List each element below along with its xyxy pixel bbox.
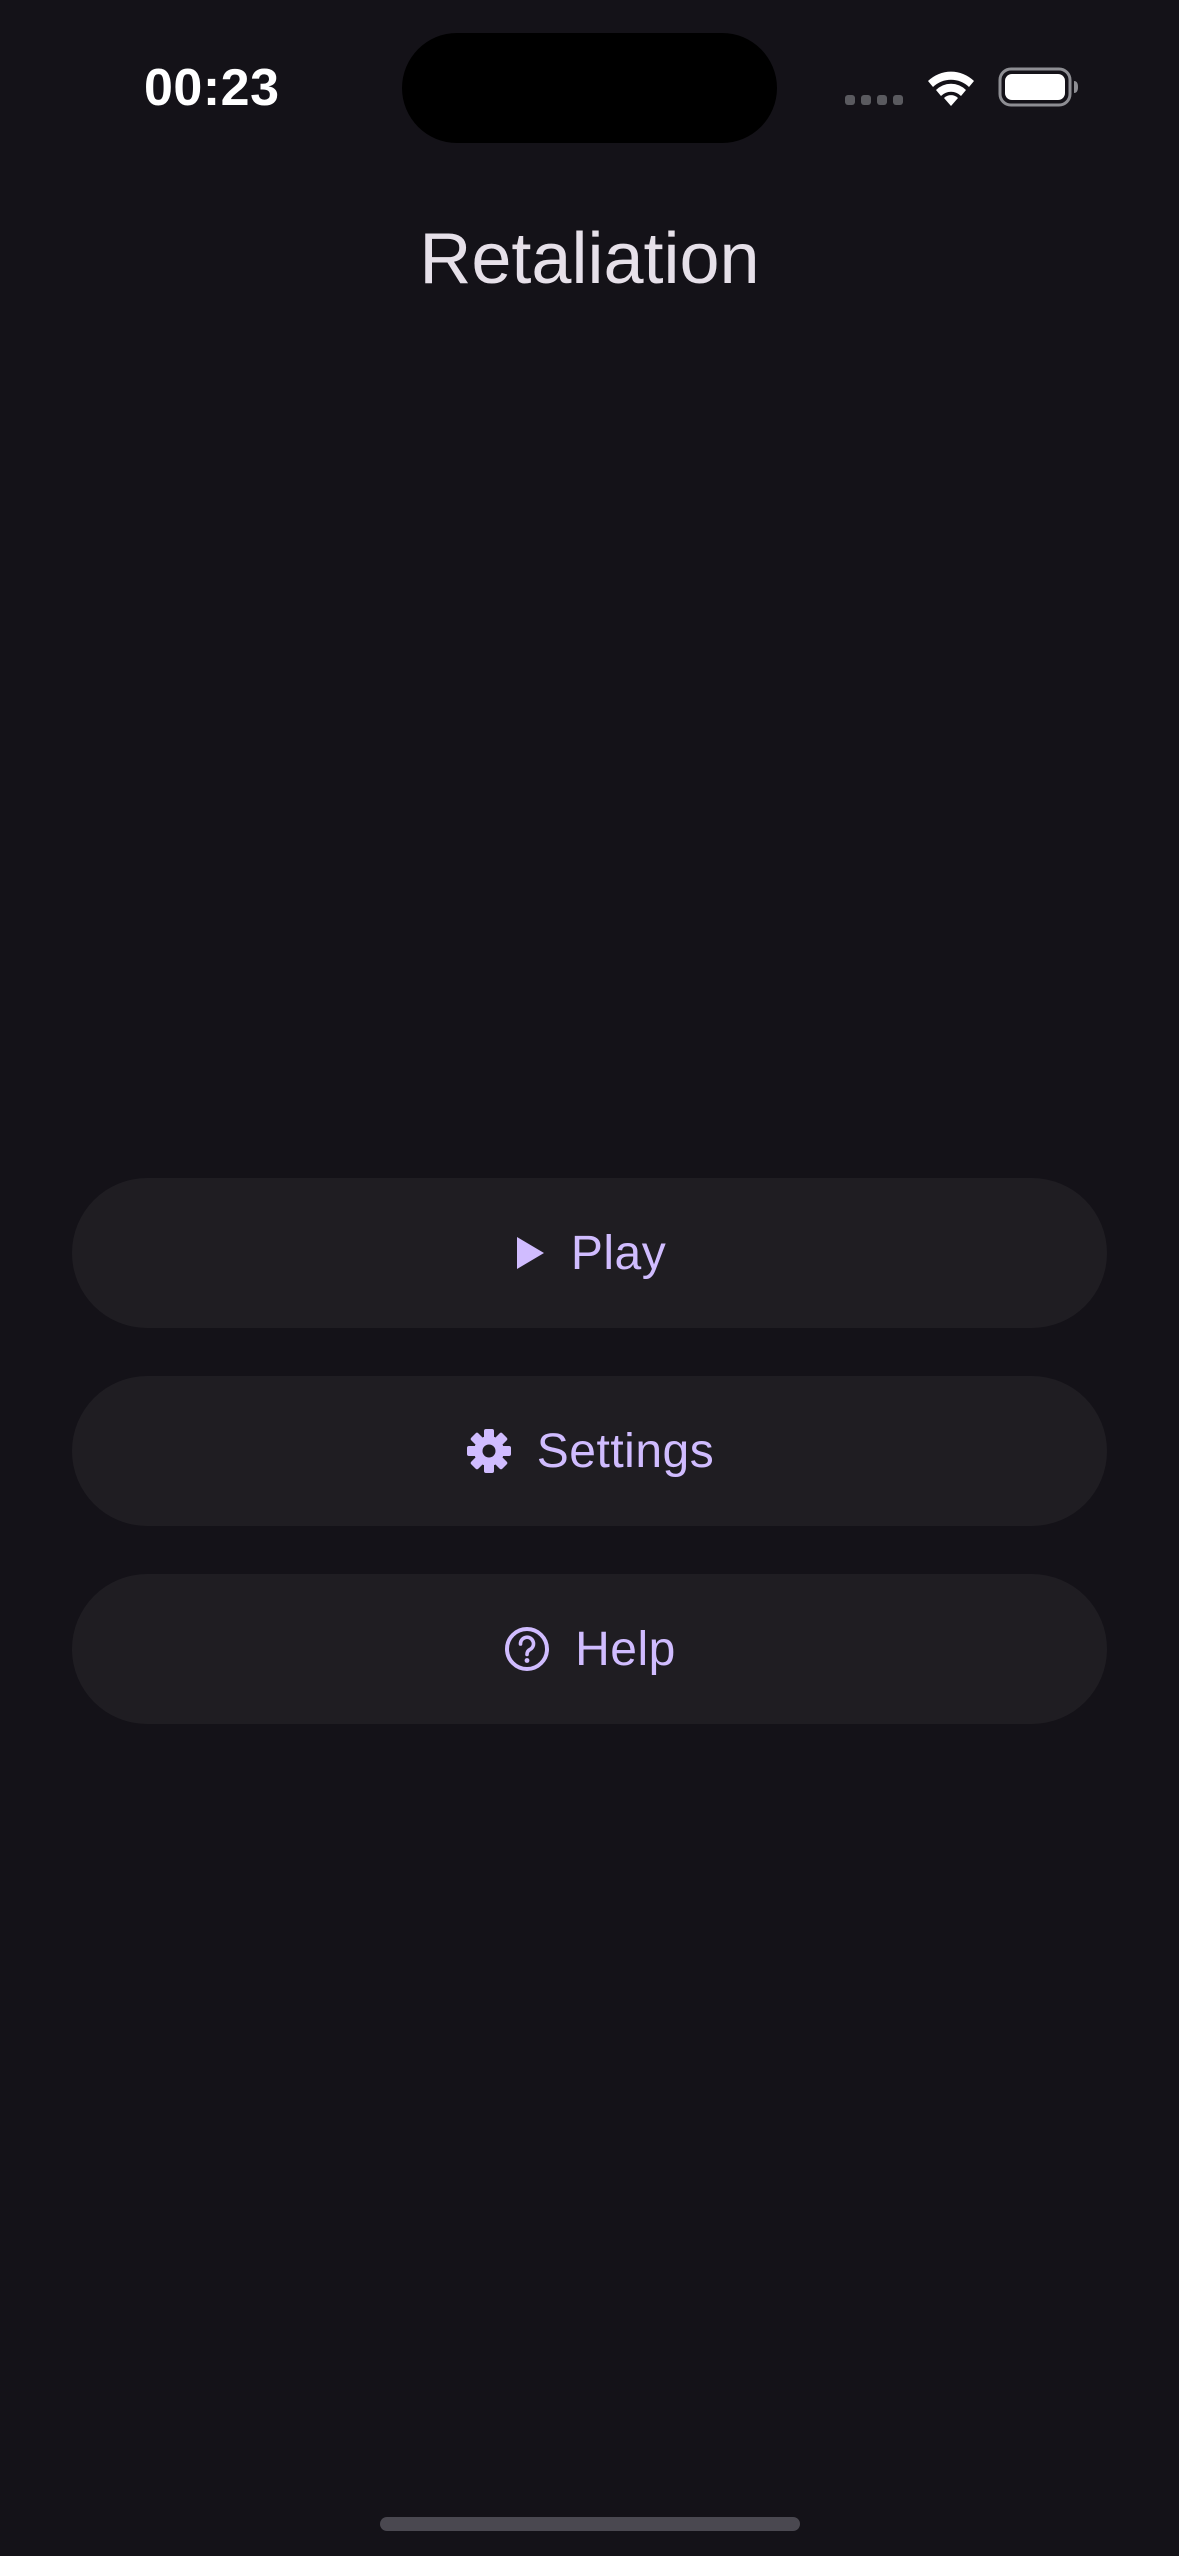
status-time: 00:23 xyxy=(144,59,280,117)
wifi-icon xyxy=(928,71,974,106)
help-button[interactable]: Help xyxy=(72,1574,1107,1724)
play-icon xyxy=(513,1234,547,1272)
status-bar: 00:23 xyxy=(0,0,1179,170)
settings-button[interactable]: Settings xyxy=(72,1376,1107,1526)
page-title: Retaliation xyxy=(419,219,760,299)
gear-icon xyxy=(465,1427,513,1475)
play-button[interactable]: Play xyxy=(72,1178,1107,1328)
help-circle-icon xyxy=(503,1625,551,1673)
play-button-label: Play xyxy=(570,1226,667,1280)
home-indicator[interactable] xyxy=(380,2517,800,2531)
dynamic-island xyxy=(402,33,777,143)
app-screen: 00:23 Retaliation Play Settings Help xyxy=(0,0,1179,2556)
settings-button-label: Settings xyxy=(536,1424,715,1478)
help-button-label: Help xyxy=(575,1622,676,1676)
battery-icon xyxy=(998,67,1078,107)
signal-icon xyxy=(845,95,905,105)
